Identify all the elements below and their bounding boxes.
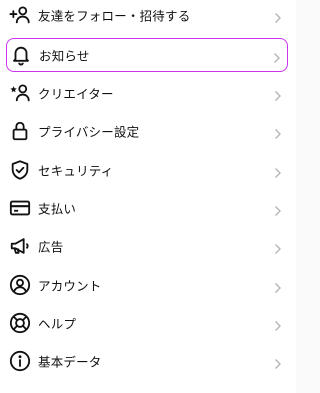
chevron-right-icon xyxy=(274,317,282,331)
account-icon xyxy=(9,274,31,296)
shield-check-icon xyxy=(9,159,31,181)
menu-item-security[interactable]: セキュリティ xyxy=(6,153,288,187)
menu-item-account[interactable]: アカウント xyxy=(6,268,288,302)
menu-item-ads[interactable]: 広告 xyxy=(6,229,288,263)
megaphone-icon xyxy=(9,235,31,257)
menu-item-label: 基本データ xyxy=(38,354,102,370)
menu-item-creator[interactable]: クリエイター xyxy=(6,76,288,110)
chevron-right-icon xyxy=(274,279,282,293)
menu-item-label: プライバシー設定 xyxy=(38,124,140,140)
menu-item-label: ヘルプ xyxy=(38,316,77,332)
menu-item-notifications[interactable]: お知らせ xyxy=(6,38,288,72)
add-person-icon xyxy=(9,4,31,26)
credit-card-icon xyxy=(9,197,31,219)
menu-item-label: お知らせ xyxy=(39,48,90,64)
menu-item-payments[interactable]: 支払い xyxy=(6,191,288,225)
bell-icon xyxy=(10,44,32,66)
menu-item-help[interactable]: ヘルプ xyxy=(6,306,288,340)
chevron-right-icon xyxy=(274,202,282,216)
chevron-right-icon xyxy=(274,240,282,254)
menu-item-label: アカウント xyxy=(38,278,102,294)
chevron-right-icon xyxy=(274,9,282,23)
menu-item-label: 広告 xyxy=(38,239,64,255)
chevron-right-icon xyxy=(274,87,282,101)
chevron-right-icon xyxy=(274,125,282,139)
chevron-right-icon xyxy=(273,49,281,63)
menu-item-privacy-settings[interactable]: プライバシー設定 xyxy=(6,114,288,148)
lock-icon xyxy=(9,120,31,142)
lifebuoy-icon xyxy=(9,312,31,334)
chevron-right-icon xyxy=(274,355,282,369)
settings-menu: 友達をフォロー・招待する お知らせ クリエイター プライバシー設定 セキュリティ… xyxy=(0,0,296,393)
menu-item-follow-invite-friends[interactable]: 友達をフォロー・招待する xyxy=(6,0,288,32)
menu-item-basic-data[interactable]: 基本データ xyxy=(6,344,288,378)
menu-item-label: 友達をフォロー・招待する xyxy=(38,8,191,24)
chevron-right-icon xyxy=(274,164,282,178)
creator-icon xyxy=(9,82,31,104)
menu-item-label: セキュリティ xyxy=(38,163,114,179)
menu-item-label: クリエイター xyxy=(38,86,114,102)
menu-item-label: 支払い xyxy=(38,201,77,217)
info-icon xyxy=(9,350,31,372)
